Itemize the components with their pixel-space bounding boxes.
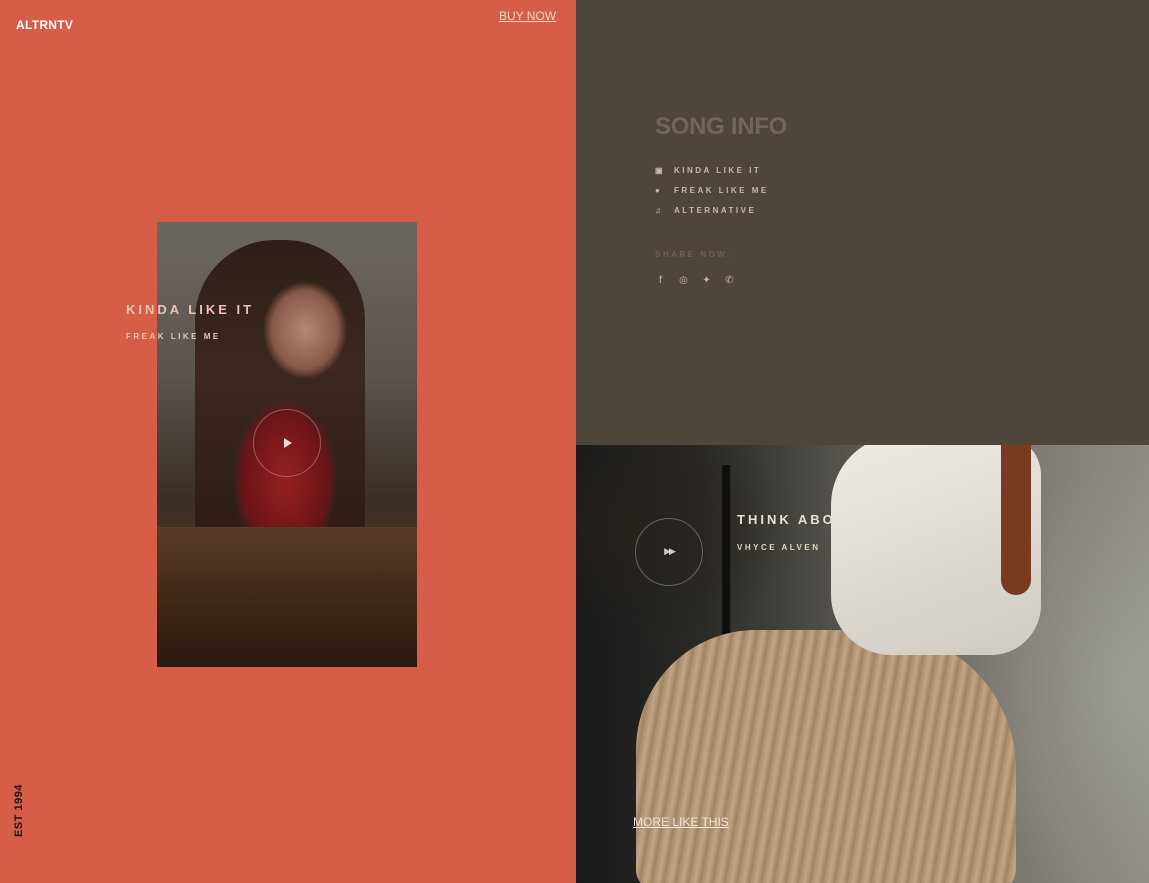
- info-album-label: KINDA LIKE IT: [674, 166, 762, 175]
- fast-forward-icon: ▶▶: [664, 547, 676, 557]
- song-info-heading: SONG INFO: [655, 113, 787, 140]
- table-shape: [157, 527, 417, 667]
- featured-track-artist: FREAK LIKE ME: [126, 332, 221, 341]
- album-icon: ▣: [655, 166, 666, 175]
- hair-shape: [1001, 445, 1031, 595]
- facebook-icon[interactable]: f: [655, 275, 666, 286]
- next-track-artist: VHYCE ALVEN: [737, 543, 821, 552]
- est-label: EST 1994: [13, 784, 25, 837]
- song-info-panel: [576, 0, 1149, 445]
- woman-figure: [195, 240, 365, 560]
- info-artist-label: FREAK LIKE ME: [674, 186, 769, 195]
- featured-track-title: KINDA LIKE IT: [126, 302, 255, 317]
- next-track-title: THINK ABOUT IT: [737, 512, 884, 527]
- more-like-this-link[interactable]: MORE LIKE THIS: [633, 815, 729, 829]
- user-icon: ●: [655, 186, 663, 195]
- play-button[interactable]: [253, 409, 321, 477]
- instagram-icon[interactable]: ◎: [678, 275, 689, 286]
- info-row-artist: ● FREAK LIKE ME: [655, 186, 769, 195]
- music-note-icon: ♫: [655, 206, 664, 215]
- info-genre-label: ALTERNATIVE: [674, 206, 757, 215]
- buy-now-link[interactable]: BUY NOW: [499, 9, 556, 23]
- social-links: f ◎ ✦ ✆: [655, 275, 735, 286]
- info-row-genre: ♫ ALTERNATIVE: [655, 206, 756, 215]
- fast-forward-button[interactable]: ▶▶: [635, 518, 703, 586]
- skirt-shape: [636, 630, 1016, 883]
- twitter-icon[interactable]: ✦: [701, 275, 712, 286]
- info-row-album: ▣ KINDA LIKE IT: [655, 166, 761, 175]
- whatsapp-icon[interactable]: ✆: [724, 275, 735, 286]
- play-icon: [284, 438, 292, 448]
- site-logo[interactable]: ALTRNTV: [16, 18, 73, 32]
- share-label: SHARE NOW :: [655, 250, 738, 259]
